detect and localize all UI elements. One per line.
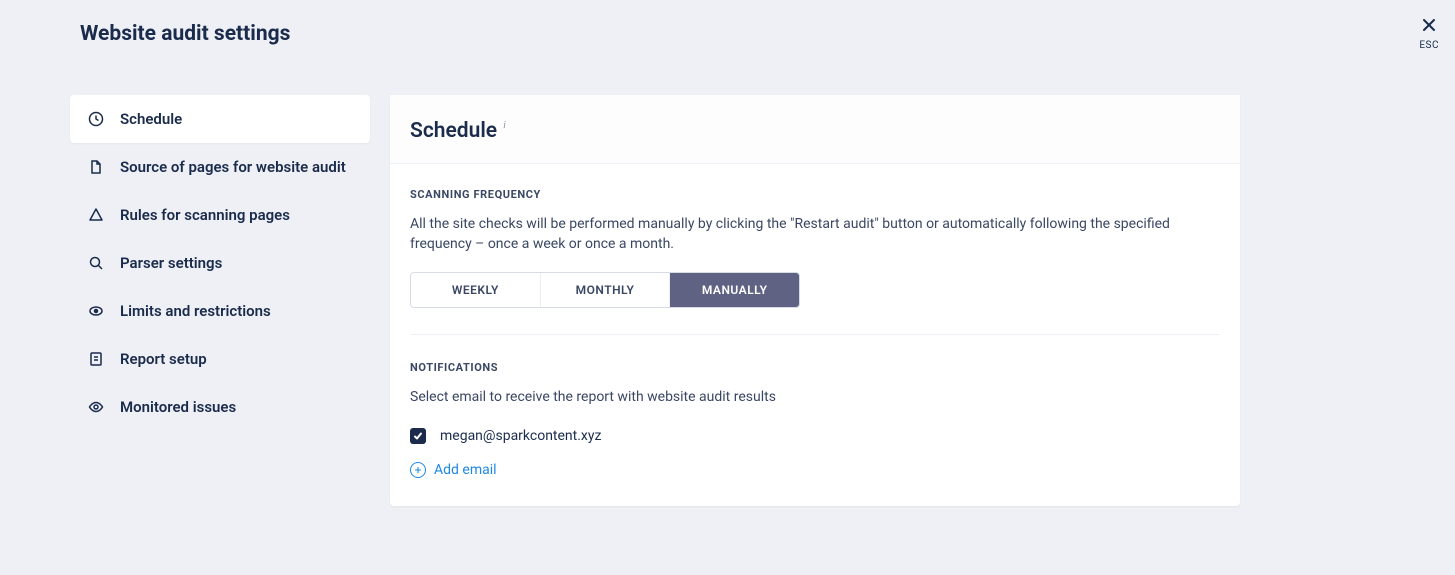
- frequency-manually-button[interactable]: MANUALLY: [670, 273, 799, 307]
- frequency-segmented-control: WEEKLY MONTHLY MANUALLY: [410, 272, 800, 308]
- sidebar-item-monitored[interactable]: Monitored issues: [70, 383, 370, 431]
- settings-sidebar: Schedule Source of pages for website aud…: [70, 95, 370, 431]
- close-button[interactable]: ESC: [1419, 16, 1439, 51]
- email-address: megan@sparkcontent.xyz: [440, 428, 601, 444]
- sidebar-item-label: Rules for scanning pages: [120, 206, 290, 224]
- notifications-label: NOTIFICATIONS: [410, 361, 1220, 374]
- scanning-frequency-description: All the site checks will be performed ma…: [410, 215, 1190, 254]
- section-divider: [410, 334, 1220, 335]
- panel-header: Schedule i: [390, 95, 1240, 164]
- plus-icon: +: [410, 462, 426, 478]
- warning-icon: [88, 207, 104, 223]
- esc-label: ESC: [1419, 40, 1439, 51]
- sidebar-item-label: Parser settings: [120, 254, 222, 272]
- email-checkbox[interactable]: [410, 428, 426, 444]
- sidebar-item-label: Source of pages for website audit: [120, 158, 346, 176]
- frequency-weekly-button[interactable]: WEEKLY: [411, 273, 541, 307]
- frequency-monthly-button[interactable]: MONTHLY: [541, 273, 671, 307]
- sidebar-item-report[interactable]: Report setup: [70, 335, 370, 383]
- settings-panel: Schedule i SCANNING FREQUENCY All the si…: [390, 95, 1240, 506]
- sidebar-item-schedule[interactable]: Schedule: [70, 95, 370, 143]
- sidebar-item-label: Monitored issues: [120, 398, 236, 416]
- document-icon: [88, 159, 104, 175]
- report-icon: [88, 351, 104, 367]
- page-title: Website audit settings: [80, 22, 290, 46]
- limits-icon: [88, 303, 104, 319]
- sidebar-item-label: Schedule: [120, 110, 182, 128]
- close-icon: [1419, 16, 1439, 36]
- panel-title: Schedule: [410, 119, 497, 143]
- sidebar-item-parser[interactable]: Parser settings: [70, 239, 370, 287]
- sidebar-item-rules[interactable]: Rules for scanning pages: [70, 191, 370, 239]
- add-email-button[interactable]: + Add email: [410, 462, 1220, 478]
- add-email-label: Add email: [434, 462, 497, 478]
- search-icon: [88, 255, 104, 271]
- sidebar-item-limits[interactable]: Limits and restrictions: [70, 287, 370, 335]
- scanning-frequency-label: SCANNING FREQUENCY: [410, 188, 1220, 201]
- clock-icon: [88, 111, 104, 127]
- sidebar-item-label: Limits and restrictions: [120, 302, 271, 320]
- sidebar-item-source[interactable]: Source of pages for website audit: [70, 143, 370, 191]
- eye-icon: [88, 399, 104, 415]
- notifications-description: Select email to receive the report with …: [410, 388, 1190, 408]
- info-icon[interactable]: i: [503, 120, 506, 131]
- notification-email-row: megan@sparkcontent.xyz: [410, 428, 1220, 444]
- sidebar-item-label: Report setup: [120, 350, 207, 368]
